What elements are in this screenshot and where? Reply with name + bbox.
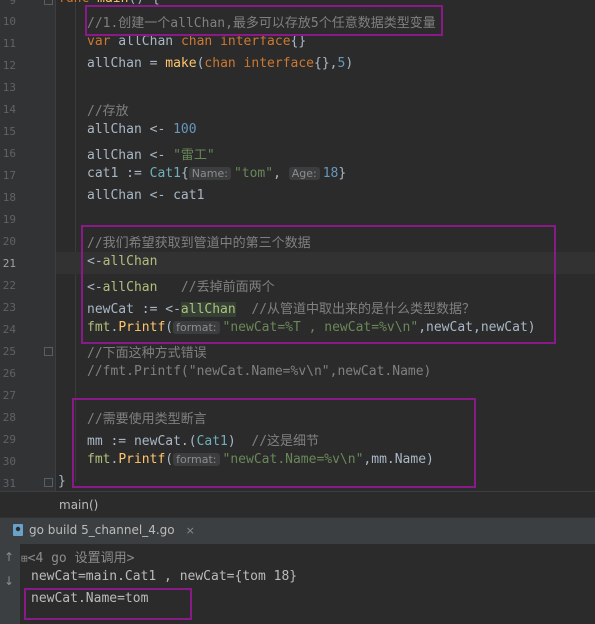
line-number: 9 [9,0,16,7]
line-number: 15 [2,125,16,138]
line-number: 16 [2,147,16,160]
code-line: allChan <- cat1 [87,188,205,203]
code-line: //下面这种方式错误 [87,346,207,361]
line-number: 29 [2,433,16,446]
breadcrumb-item[interactable]: main() [59,498,98,512]
annotation-box [85,5,443,36]
line-number: 26 [2,367,16,380]
param-hint: Name: [188,167,231,180]
line-number: 18 [2,191,16,204]
breadcrumb[interactable]: main() [0,491,595,518]
code-line: allChan <- "雷工" [87,148,215,163]
go-file-icon [13,524,23,536]
line-number: 30 [2,455,16,468]
code-line: allChan <- 100 [87,122,197,137]
line-number: 13 [2,81,16,94]
fold-marker-icon[interactable] [44,478,53,487]
line-number: 20 [2,235,16,248]
line-number: 14 [2,103,16,116]
line-number: 10 [2,15,16,28]
fold-marker-icon[interactable] [44,347,53,356]
code-line: } [58,474,66,489]
console-toolbar: ↑ ↓ [0,544,20,624]
line-number: 12 [2,59,16,72]
line-number-current: 21 [2,257,16,270]
line-number: 25 [2,345,16,358]
line-number: 31 [2,477,16,490]
code-editor[interactable]: 9 10 11 12 13 14 15 16 17 18 19 20 21 22… [0,0,595,491]
annotation-box [72,398,476,488]
code-line: var allChan chan interface{} [87,34,307,49]
line-number: 28 [2,411,16,424]
code-line: //fmt.Printf("newCat.Name=%v\n",newCat.N… [87,364,432,379]
param-hint: Age: [288,167,320,180]
line-number: 27 [2,389,16,402]
fold-marker-icon[interactable] [44,0,53,5]
close-icon[interactable]: × [186,524,195,537]
arrow-down-icon[interactable]: ↓ [4,574,14,588]
annotation-box [24,588,192,620]
code-line: allChan = make(chan interface{},5) [87,56,354,71]
arrow-up-icon[interactable]: ↑ [4,550,14,564]
line-number: 11 [2,37,16,50]
line-number: 22 [2,279,16,292]
run-tab[interactable]: go build 5_channel_4.go × [12,523,195,537]
code-line: cat1 := Cat1{Name: "tom", Age: 18} [87,166,347,181]
console-output[interactable]: ↑ ↓ ⊞<4 go 设置调用> newCat=main.Cat1 , newC… [0,544,595,624]
line-number: 24 [2,323,16,336]
console-line: newCat=main.Cat1 , newCat={tom 18} [31,569,298,584]
line-number: 19 [2,213,16,226]
line-number: 17 [2,169,16,182]
code-line: //存放 [87,104,129,119]
annotation-box [81,225,556,344]
run-tool-window-header: go build 5_channel_4.go × [0,517,595,545]
console-line-collapsed[interactable]: ⊞<4 go 设置调用> [21,547,134,566]
line-number: 23 [2,301,16,314]
run-tab-label: go build 5_channel_4.go [29,523,175,537]
